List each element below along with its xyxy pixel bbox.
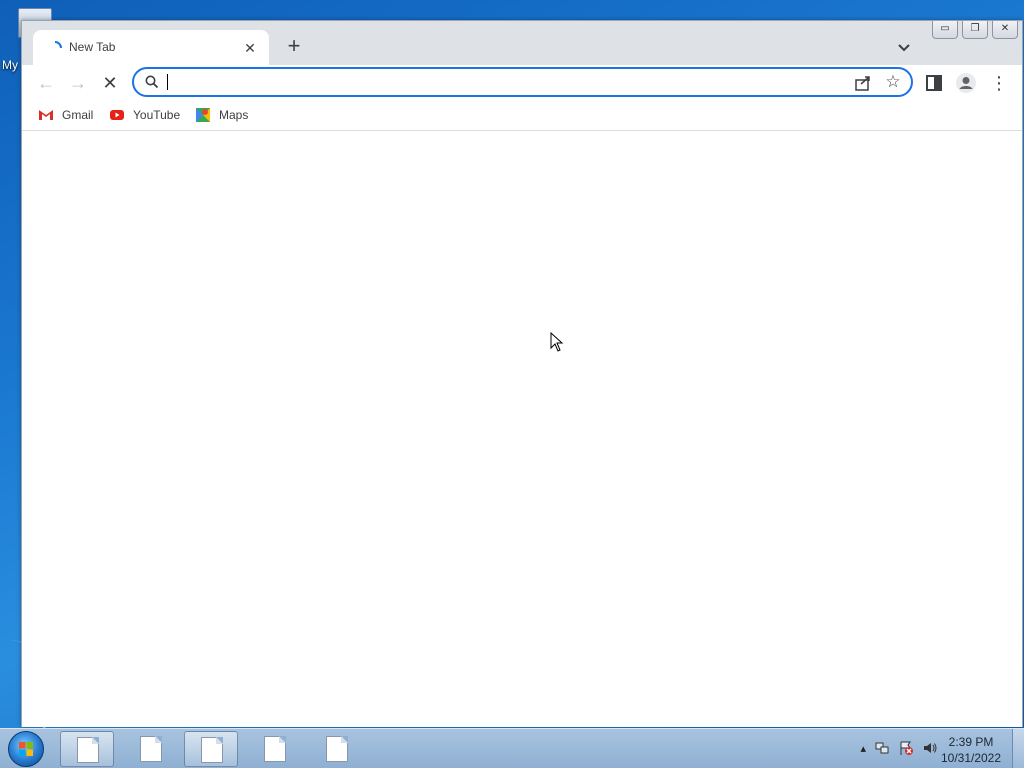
stop-loading-button[interactable]: ✕ (96, 69, 124, 97)
gmail-icon (39, 110, 53, 120)
volume-icon[interactable] (922, 740, 938, 756)
clock-date: 10/31/2022 (940, 751, 1002, 765)
show-desktop-button[interactable] (1012, 729, 1024, 768)
document-icon (326, 736, 348, 762)
bookmark-youtube[interactable]: YouTube (109, 105, 180, 125)
bookmarks-bar: Gmail YouTube Maps (22, 99, 1022, 131)
tray-expand-icon[interactable]: ▴ (860, 742, 866, 755)
tab-new-tab[interactable]: New Tab ✕ (33, 30, 269, 65)
taskbar-item[interactable] (124, 731, 178, 767)
browser-window: New Tab ✕ + ▭ ❐ ✕ ← → ✕ ☆ ⋮ Gmail YouTub… (21, 20, 1023, 727)
share-icon[interactable] (853, 73, 873, 93)
forward-button[interactable]: → (64, 69, 92, 97)
address-input[interactable] (166, 72, 826, 92)
search-icon (145, 75, 159, 89)
close-window-button[interactable]: ✕ (992, 21, 1018, 39)
desktop-icon-label: My (2, 58, 18, 72)
document-icon (77, 737, 99, 763)
document-icon (264, 736, 286, 762)
minimize-button[interactable]: ▭ (932, 21, 958, 39)
browser-toolbar: ← → ✕ ☆ ⋮ (22, 65, 1022, 99)
taskbar: ▴ 2:39 PM 10/31/2022 (0, 728, 1024, 768)
maps-icon (196, 108, 210, 122)
bookmark-label: Gmail (62, 108, 94, 122)
taskbar-item[interactable] (60, 731, 114, 767)
clock-time: 2:39 PM (948, 735, 994, 749)
windows-logo-icon (19, 742, 33, 756)
side-panel-icon[interactable] (923, 72, 945, 94)
bookmark-label: Maps (219, 108, 249, 122)
page-content[interactable] (22, 132, 1022, 727)
youtube-icon (110, 110, 124, 120)
menu-kebab-icon[interactable]: ⋮ (988, 72, 1010, 94)
taskbar-item[interactable] (184, 731, 238, 767)
tab-close-icon[interactable]: ✕ (241, 39, 259, 57)
tab-search-chevron-icon[interactable] (892, 35, 916, 59)
address-bar[interactable]: ☆ (132, 67, 913, 97)
back-button[interactable]: ← (32, 69, 60, 97)
document-icon (140, 736, 162, 762)
taskbar-item[interactable] (248, 731, 302, 767)
document-icon (201, 737, 223, 763)
new-tab-button[interactable]: + (281, 34, 307, 60)
bookmark-gmail[interactable]: Gmail (38, 105, 93, 125)
network-icon[interactable] (874, 740, 890, 756)
taskbar-item[interactable] (310, 731, 364, 767)
tab-strip: New Tab ✕ + ▭ ❐ ✕ (22, 21, 1022, 65)
bookmark-label: YouTube (133, 108, 181, 122)
start-button[interactable] (8, 731, 44, 767)
bookmark-star-icon[interactable]: ☆ (883, 72, 903, 92)
system-tray: ▴ (860, 737, 938, 759)
taskbar-clock[interactable]: 2:39 PM 10/31/2022 (938, 734, 1004, 766)
mouse-pointer-icon (550, 332, 564, 352)
window-controls: ▭ ❐ ✕ (928, 21, 1018, 39)
restore-button[interactable]: ❐ (962, 21, 988, 39)
text-caret (167, 74, 168, 90)
action-center-flag-icon[interactable] (898, 740, 914, 756)
profile-avatar-icon[interactable] (955, 72, 977, 94)
loading-favicon-icon (54, 41, 62, 49)
bookmark-maps[interactable]: Maps (195, 105, 248, 125)
tab-title: New Tab (69, 40, 116, 54)
